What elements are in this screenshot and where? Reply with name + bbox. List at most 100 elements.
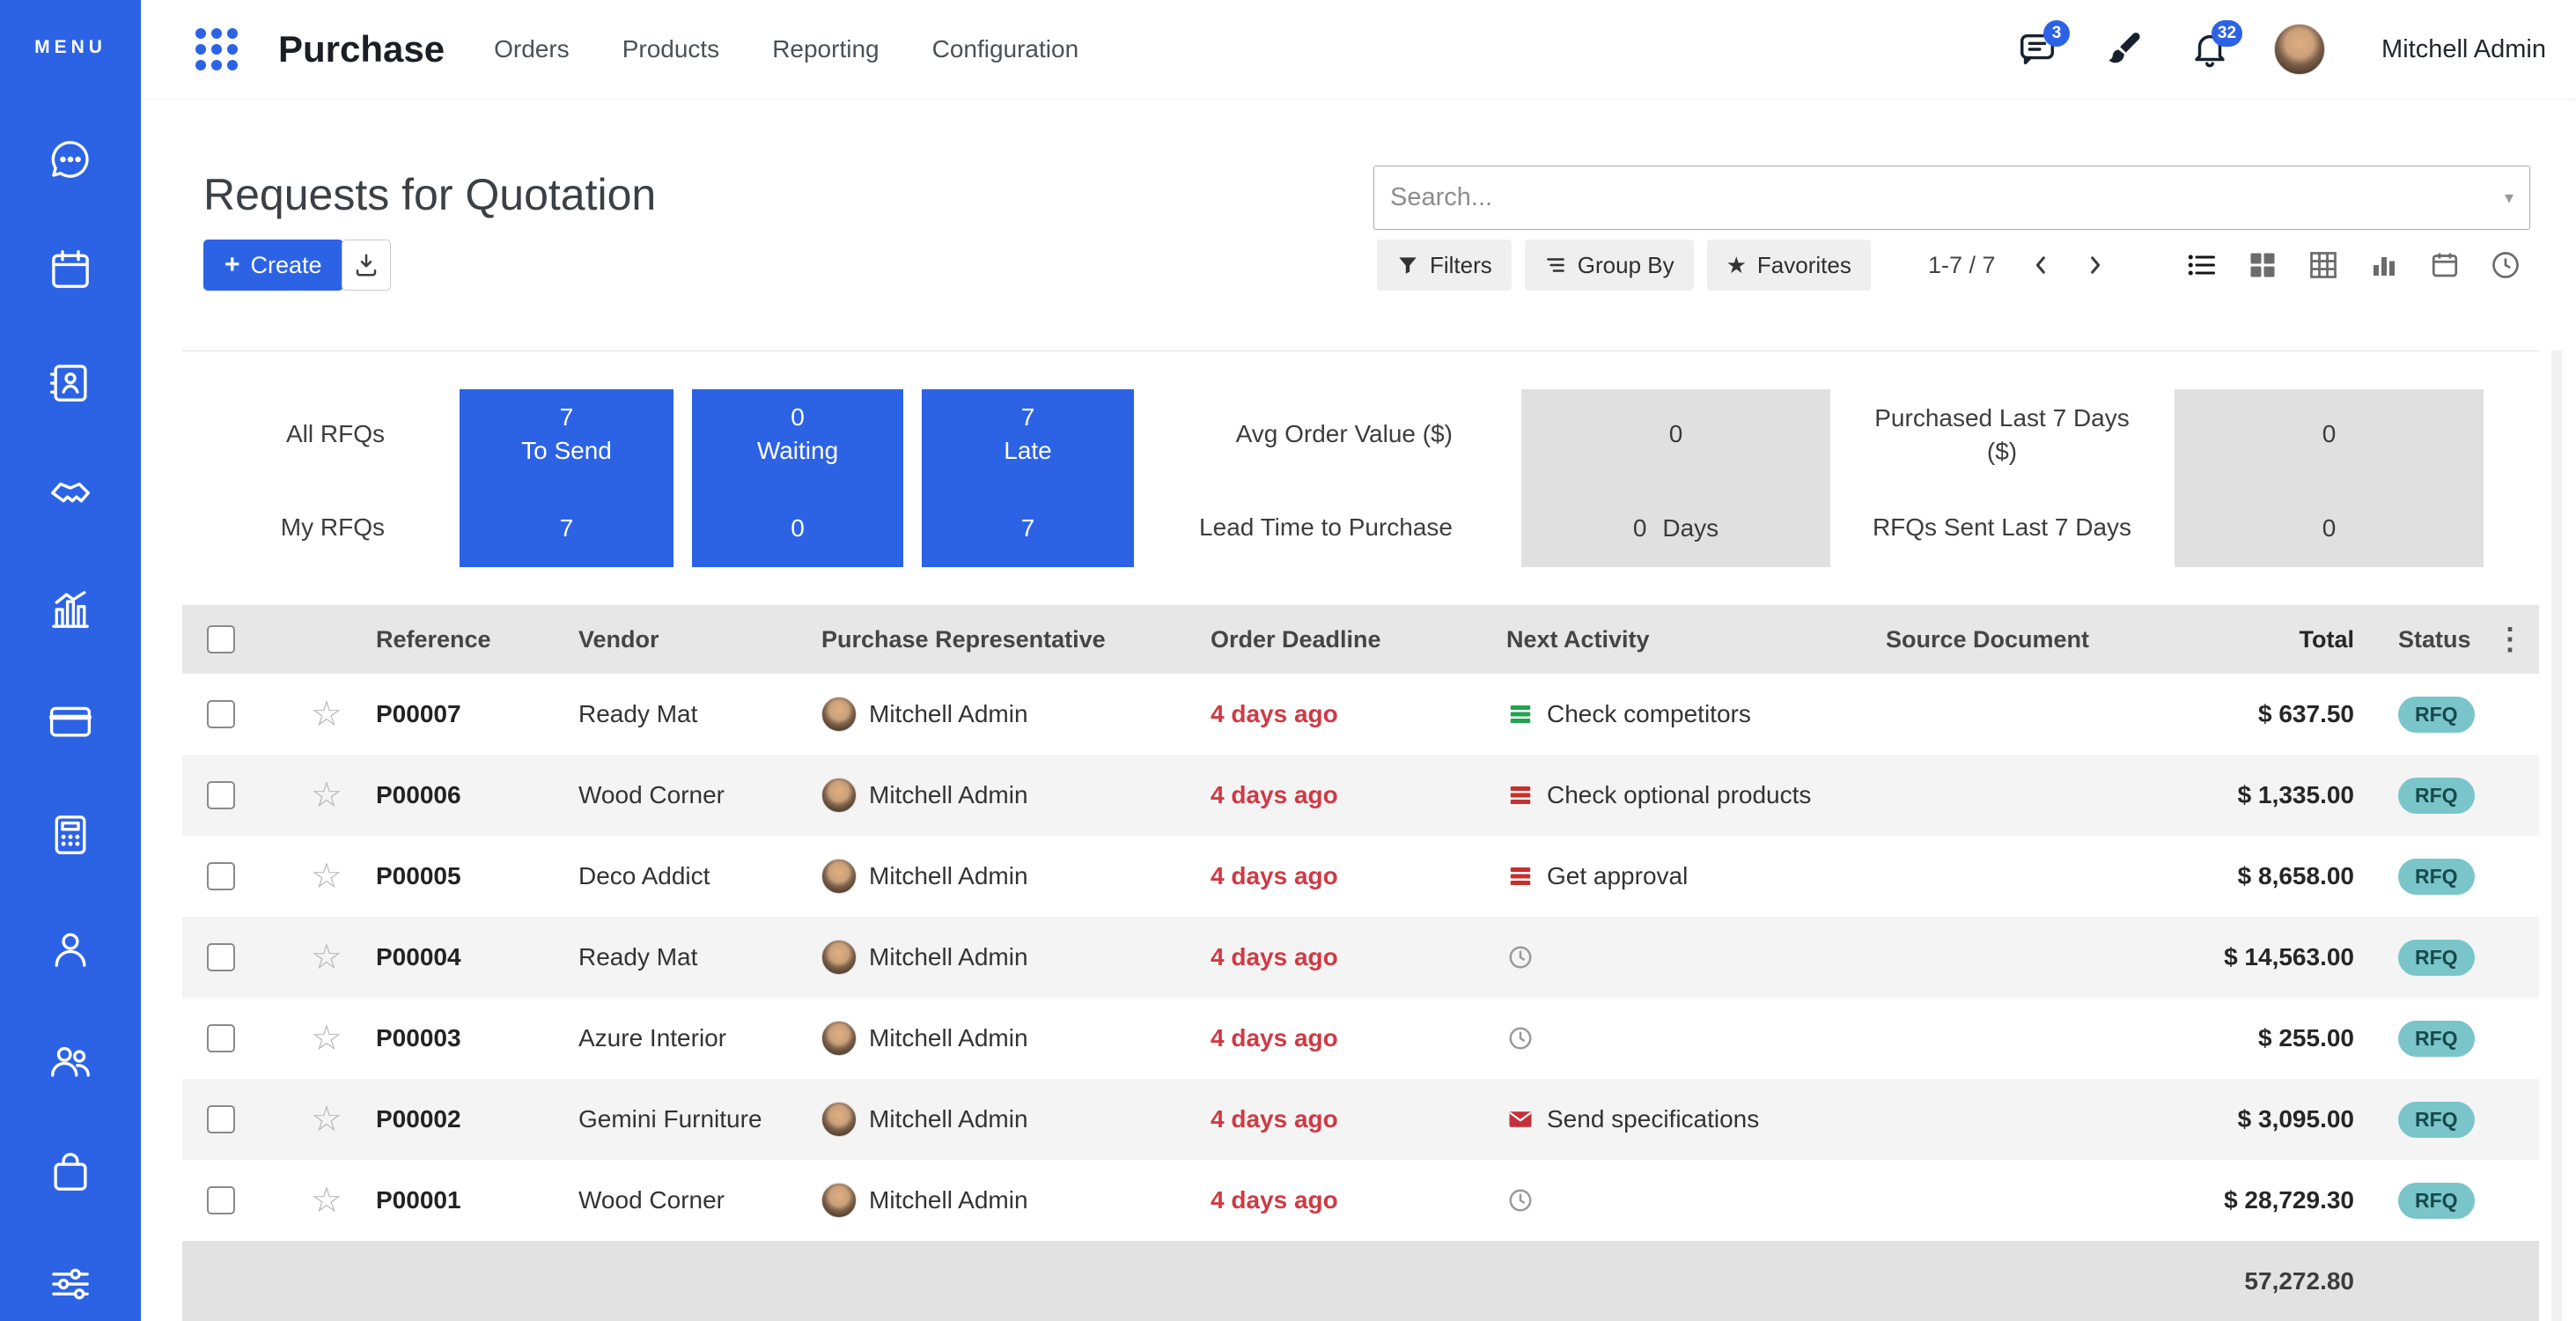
row-checkbox[interactable] bbox=[207, 781, 235, 809]
column-vendor[interactable]: Vendor bbox=[578, 626, 821, 653]
table-row[interactable]: ☆ P00006 Wood Corner Mitchell Admin 4 da… bbox=[182, 755, 2539, 836]
column-purchase-representative[interactable]: Purchase Representative bbox=[821, 626, 1211, 653]
activity-cell[interactable] bbox=[1506, 1186, 1886, 1214]
row-checkbox[interactable] bbox=[207, 943, 235, 971]
members-icon[interactable] bbox=[43, 1033, 98, 1088]
view-activity-button[interactable] bbox=[2475, 240, 2536, 291]
favorite-star-icon[interactable]: ☆ bbox=[297, 940, 376, 975]
deadline-cell: 4 days ago bbox=[1211, 700, 1506, 728]
plus-icon: + bbox=[224, 252, 240, 278]
tile-waiting[interactable]: 0 Waiting 0 bbox=[692, 389, 903, 567]
favorite-star-icon[interactable]: ☆ bbox=[297, 697, 376, 732]
sales-chart-icon[interactable] bbox=[43, 582, 98, 637]
column-reference[interactable]: Reference bbox=[376, 626, 578, 653]
activity-cell[interactable]: Get approval bbox=[1506, 862, 1886, 890]
menu-toggle[interactable]: MENU bbox=[0, 37, 141, 58]
to-send-my-count: 7 bbox=[460, 514, 673, 542]
row-checkbox[interactable] bbox=[207, 700, 235, 728]
pager-previous-button[interactable] bbox=[2019, 240, 2064, 291]
messages-icon[interactable]: 3 bbox=[2015, 27, 2059, 71]
row-checkbox[interactable] bbox=[207, 862, 235, 890]
search-input[interactable] bbox=[1390, 183, 2505, 212]
group-by-button[interactable]: Group By bbox=[1525, 240, 1694, 291]
view-calendar-button[interactable] bbox=[2414, 240, 2475, 291]
activity-cell[interactable]: Check competitors bbox=[1506, 700, 1886, 728]
activity-cell[interactable] bbox=[1506, 1024, 1886, 1052]
favorite-star-icon[interactable]: ☆ bbox=[297, 859, 376, 894]
metric-labels-right: Purchased Last 7 Days ($) RFQs Sent Last… bbox=[1866, 389, 2138, 567]
billing-card-icon[interactable] bbox=[43, 694, 98, 749]
row-checkbox[interactable] bbox=[207, 1105, 235, 1133]
settings-sliders-icon[interactable] bbox=[43, 1257, 98, 1311]
view-list-button[interactable] bbox=[2171, 240, 2232, 291]
create-button[interactable]: + Create bbox=[203, 240, 343, 291]
tile-to-send[interactable]: 7 To Send 7 bbox=[460, 389, 673, 567]
filters-button[interactable]: Filters bbox=[1377, 240, 1512, 291]
column-source-document[interactable]: Source Document bbox=[1886, 626, 2134, 653]
view-pivot-button[interactable] bbox=[2293, 240, 2353, 291]
select-all-checkbox[interactable] bbox=[207, 625, 235, 653]
status-badge: RFQ bbox=[2398, 1102, 2475, 1138]
all-rfqs-filter[interactable]: All RFQs bbox=[182, 420, 385, 448]
table-row[interactable]: ☆ P00003 Azure Interior Mitchell Admin 4… bbox=[182, 998, 2539, 1079]
total-cell: $ 3,095.00 bbox=[2134, 1105, 2372, 1133]
paintbrush-icon[interactable] bbox=[2101, 27, 2145, 71]
contacts-icon[interactable] bbox=[43, 356, 98, 410]
column-total[interactable]: Total bbox=[2134, 626, 2372, 653]
status-cell: RFQ bbox=[2372, 1102, 2539, 1138]
nav-orders[interactable]: Orders bbox=[494, 35, 570, 63]
employee-icon[interactable] bbox=[43, 921, 98, 976]
export-button[interactable] bbox=[342, 240, 391, 291]
row-checkbox[interactable] bbox=[207, 1186, 235, 1214]
discuss-icon[interactable] bbox=[43, 132, 98, 187]
row-checkbox[interactable] bbox=[207, 1024, 235, 1052]
nav-reporting[interactable]: Reporting bbox=[772, 35, 879, 63]
favorite-star-icon[interactable]: ☆ bbox=[297, 1021, 376, 1056]
table-row[interactable]: ☆ P00005 Deco Addict Mitchell Admin 4 da… bbox=[182, 836, 2539, 917]
table-row[interactable]: ☆ P00001 Wood Corner Mitchell Admin 4 da… bbox=[182, 1160, 2539, 1241]
column-order-deadline[interactable]: Order Deadline bbox=[1211, 626, 1506, 653]
nav-products[interactable]: Products bbox=[622, 35, 720, 63]
lead-time-value: 0 bbox=[1633, 514, 1647, 542]
pager-next-button[interactable] bbox=[2072, 240, 2117, 291]
table-row[interactable]: ☆ P00004 Ready Mat Mitchell Admin 4 days… bbox=[182, 917, 2539, 998]
activity-cell[interactable] bbox=[1506, 943, 1886, 971]
apps-grid-icon[interactable] bbox=[195, 28, 238, 70]
favorite-star-icon[interactable]: ☆ bbox=[297, 1183, 376, 1218]
vertical-scrollbar[interactable] bbox=[2551, 351, 2562, 1321]
handshake-icon[interactable] bbox=[43, 468, 98, 522]
nav-configuration[interactable]: Configuration bbox=[932, 35, 1079, 63]
purchase-bag-icon[interactable] bbox=[43, 1145, 98, 1199]
representative-cell: Mitchell Admin bbox=[821, 697, 1211, 732]
calendar-icon[interactable] bbox=[43, 242, 98, 297]
table-row[interactable]: ☆ P00007 Ready Mat Mitchell Admin 4 days… bbox=[182, 674, 2539, 755]
favorite-star-icon[interactable]: ☆ bbox=[297, 1102, 376, 1137]
activity-cell[interactable]: Send specifications bbox=[1506, 1105, 1886, 1133]
user-menu[interactable]: Mitchell Admin bbox=[2381, 35, 2546, 64]
activity-cell[interactable]: Check optional products bbox=[1506, 781, 1886, 809]
column-next-activity[interactable]: Next Activity bbox=[1506, 626, 1886, 653]
tile-late[interactable]: 7 Late 7 bbox=[922, 389, 1134, 567]
to-send-label: To Send bbox=[460, 437, 673, 465]
app-title[interactable]: Purchase bbox=[278, 28, 445, 70]
table-row[interactable]: ☆ P00002 Gemini Furniture Mitchell Admin… bbox=[182, 1079, 2539, 1160]
calculator-icon[interactable] bbox=[43, 808, 98, 862]
total-cell: $ 28,729.30 bbox=[2134, 1186, 2372, 1214]
view-graph-button[interactable] bbox=[2353, 240, 2414, 291]
late-label: Late bbox=[922, 437, 1134, 465]
tile-last-7-days-metrics: 0 0 bbox=[2175, 389, 2484, 567]
favorites-button[interactable]: ★ Favorites bbox=[1707, 240, 1871, 291]
search-caret-icon[interactable]: ▾ bbox=[2505, 187, 2513, 209]
my-rfqs-filter[interactable]: My RFQs bbox=[182, 513, 385, 542]
optional-columns-icon[interactable]: ⋮ bbox=[2495, 624, 2525, 654]
metric-labels-left: Avg Order Value ($) Lead Time to Purchas… bbox=[1189, 389, 1453, 567]
tasks-icon-red bbox=[1506, 862, 1535, 890]
user-avatar[interactable] bbox=[2274, 24, 2325, 75]
deadline-cell: 4 days ago bbox=[1211, 943, 1506, 971]
view-kanban-button[interactable] bbox=[2232, 240, 2293, 291]
notifications-icon[interactable]: 32 bbox=[2188, 27, 2232, 71]
status-cell: RFQ bbox=[2372, 778, 2539, 814]
late-my-count: 7 bbox=[922, 514, 1134, 542]
favorite-star-icon[interactable]: ☆ bbox=[297, 778, 376, 813]
download-icon bbox=[353, 252, 379, 278]
